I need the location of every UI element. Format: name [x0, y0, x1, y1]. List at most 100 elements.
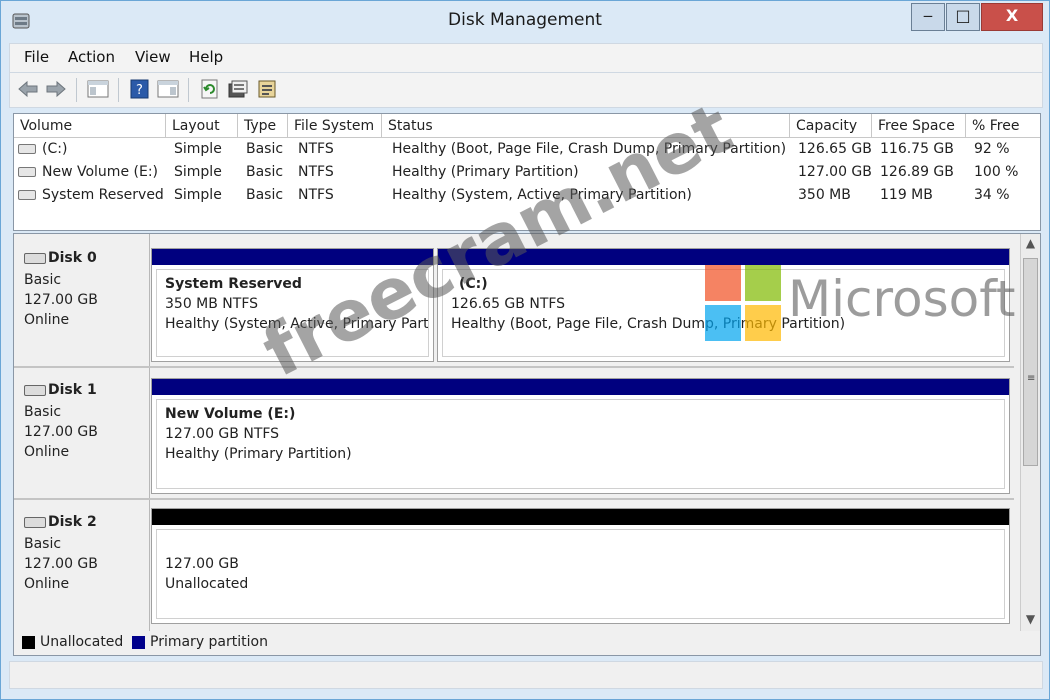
disk-1-title: Disk 1	[24, 382, 97, 398]
minimize-button[interactable]: ‒	[911, 3, 945, 31]
type-cell: Basic	[246, 141, 284, 157]
partition-title: System Reserved	[165, 276, 302, 292]
disk-size: 127.00 GB	[24, 292, 98, 308]
partition-new-volume-e[interactable]: New Volume (E:) 127.00 GB NTFS Healthy (…	[151, 378, 1010, 494]
scroll-thumb[interactable]: ≡	[1023, 258, 1038, 466]
column-header-volume[interactable]: Volume	[14, 114, 166, 138]
layout-cell: Simple	[174, 164, 222, 180]
disk-icon	[24, 252, 46, 264]
disk-0-title: Disk 0	[24, 250, 97, 266]
partition-details: 127.00 GB Unallocated	[156, 529, 1005, 619]
disk-2-label[interactable]: Disk 2 Basic 127.00 GB Online	[14, 500, 150, 632]
column-header-percent-free[interactable]: % Free	[966, 114, 1040, 138]
primary-partition-bar	[438, 249, 1009, 265]
partition-unallocated[interactable]: 127.00 GB Unallocated	[151, 508, 1010, 624]
partition-details: New Volume (E:) 127.00 GB NTFS Healthy (…	[156, 399, 1005, 489]
column-header-type[interactable]: Type	[238, 114, 288, 138]
disk-name: Disk 1	[48, 382, 97, 398]
layout-cell: Simple	[174, 141, 222, 157]
percent-free-cell: 34 %	[974, 187, 1010, 203]
forward-arrow-icon[interactable]	[44, 78, 68, 100]
row-divider	[14, 366, 1014, 368]
close-button[interactable]: X	[981, 3, 1043, 31]
disk-0-label[interactable]: Disk 0 Basic 127.00 GB Online	[14, 234, 150, 366]
layout-cell: Simple	[174, 187, 222, 203]
disk-state: Online	[24, 576, 70, 592]
menu-bar: File Action View Help	[9, 43, 1043, 73]
capacity-cell: 127.00 GB	[798, 164, 872, 180]
disk-management-window: Disk Management ‒ □ X File Action View H…	[0, 0, 1050, 700]
volume-cell: System Reserved	[18, 187, 164, 203]
partition-status: Unallocated	[165, 576, 249, 592]
legend-unallocated: Unallocated	[40, 634, 124, 650]
partition-details: (C:) 126.65 GB NTFS Healthy (Boot, Page …	[442, 269, 1005, 357]
menu-view[interactable]: View	[135, 48, 171, 66]
scroll-down-arrow-icon[interactable]: ▼	[1021, 612, 1040, 630]
toolbar: ?	[9, 73, 1043, 108]
menu-action[interactable]: Action	[68, 48, 115, 66]
properties-icon[interactable]	[226, 78, 250, 100]
disk-1-label[interactable]: Disk 1 Basic 127.00 GB Online	[14, 368, 150, 498]
volume-cell: New Volume (E:)	[18, 164, 158, 180]
partition-c-drive[interactable]: (C:) 126.65 GB NTFS Healthy (Boot, Page …	[437, 248, 1010, 362]
partition-status: Healthy (Primary Partition)	[165, 446, 352, 462]
type-cell: Basic	[246, 187, 284, 203]
status-bar	[9, 661, 1043, 689]
status-cell: Healthy (System, Active, Primary Partiti…	[392, 187, 692, 203]
action-pane-icon[interactable]	[156, 78, 180, 100]
maximize-button[interactable]: □	[946, 3, 980, 31]
legend: Unallocated Primary partition	[13, 631, 1041, 656]
disk-type: Basic	[24, 536, 62, 552]
back-arrow-icon[interactable]	[16, 78, 40, 100]
unallocated-bar	[152, 509, 1009, 525]
drive-icon	[18, 190, 36, 200]
partition-size: 127.00 GB NTFS	[165, 426, 280, 442]
svg-text:?: ?	[136, 83, 143, 98]
partition-title: New Volume (E:)	[165, 406, 296, 422]
vertical-scrollbar[interactable]: ▲ ≡ ▼	[1020, 234, 1040, 632]
help-icon[interactable]: ?	[128, 78, 152, 100]
capacity-cell: 126.65 GB	[798, 141, 872, 157]
disk-icon	[24, 516, 46, 528]
drive-icon	[18, 144, 36, 154]
toolbar-separator	[118, 78, 119, 102]
console-tree-icon[interactable]	[86, 78, 110, 100]
toolbar-separator	[188, 78, 189, 102]
menu-file[interactable]: File	[24, 48, 49, 66]
partition-system-reserved[interactable]: System Reserved 350 MB NTFS Healthy (Sys…	[151, 248, 434, 362]
file-system-cell: NTFS	[298, 141, 334, 157]
volume-name: System Reserved	[42, 187, 164, 203]
volume-list: Volume Layout Type File System Status Ca…	[13, 113, 1041, 231]
drive-icon	[18, 167, 36, 177]
partition-status: Healthy (System, Active, Primary Partit	[165, 316, 429, 332]
disk-name: Disk 2	[48, 514, 97, 530]
column-header-capacity[interactable]: Capacity	[790, 114, 872, 138]
legend-primary-partition: Primary partition	[150, 634, 268, 650]
partition-size: 350 MB NTFS	[165, 296, 259, 312]
refresh-icon[interactable]	[198, 78, 222, 100]
unallocated-swatch	[22, 636, 35, 649]
toolbar-separator	[76, 78, 77, 102]
scroll-up-arrow-icon[interactable]: ▲	[1021, 236, 1040, 254]
primary-partition-bar	[152, 249, 433, 265]
status-cell: Healthy (Boot, Page File, Crash Dump, Pr…	[392, 141, 787, 157]
disk-size: 127.00 GB	[24, 424, 98, 440]
column-header-status[interactable]: Status	[382, 114, 790, 138]
partition-details: System Reserved 350 MB NTFS Healthy (Sys…	[156, 269, 429, 357]
disk-state: Online	[24, 444, 70, 460]
column-header-layout[interactable]: Layout	[166, 114, 238, 138]
export-list-icon[interactable]	[256, 78, 280, 100]
disk-state: Online	[24, 312, 70, 328]
menu-help[interactable]: Help	[189, 48, 223, 66]
free-space-cell: 116.75 GB	[880, 141, 954, 157]
column-header-file-system[interactable]: File System	[288, 114, 382, 138]
file-system-cell: NTFS	[298, 164, 334, 180]
partition-status: Healthy (Boot, Page File, Crash Dump, Pr…	[451, 316, 846, 332]
free-space-cell: 119 MB	[880, 187, 933, 203]
grip-icon: ≡	[1027, 373, 1036, 384]
type-cell: Basic	[246, 164, 284, 180]
primary-partition-swatch	[132, 636, 145, 649]
title-bar[interactable]: Disk Management ‒ □ X	[1, 1, 1049, 41]
percent-free-cell: 100 %	[974, 164, 1019, 180]
column-header-free-space[interactable]: Free Space	[872, 114, 966, 138]
